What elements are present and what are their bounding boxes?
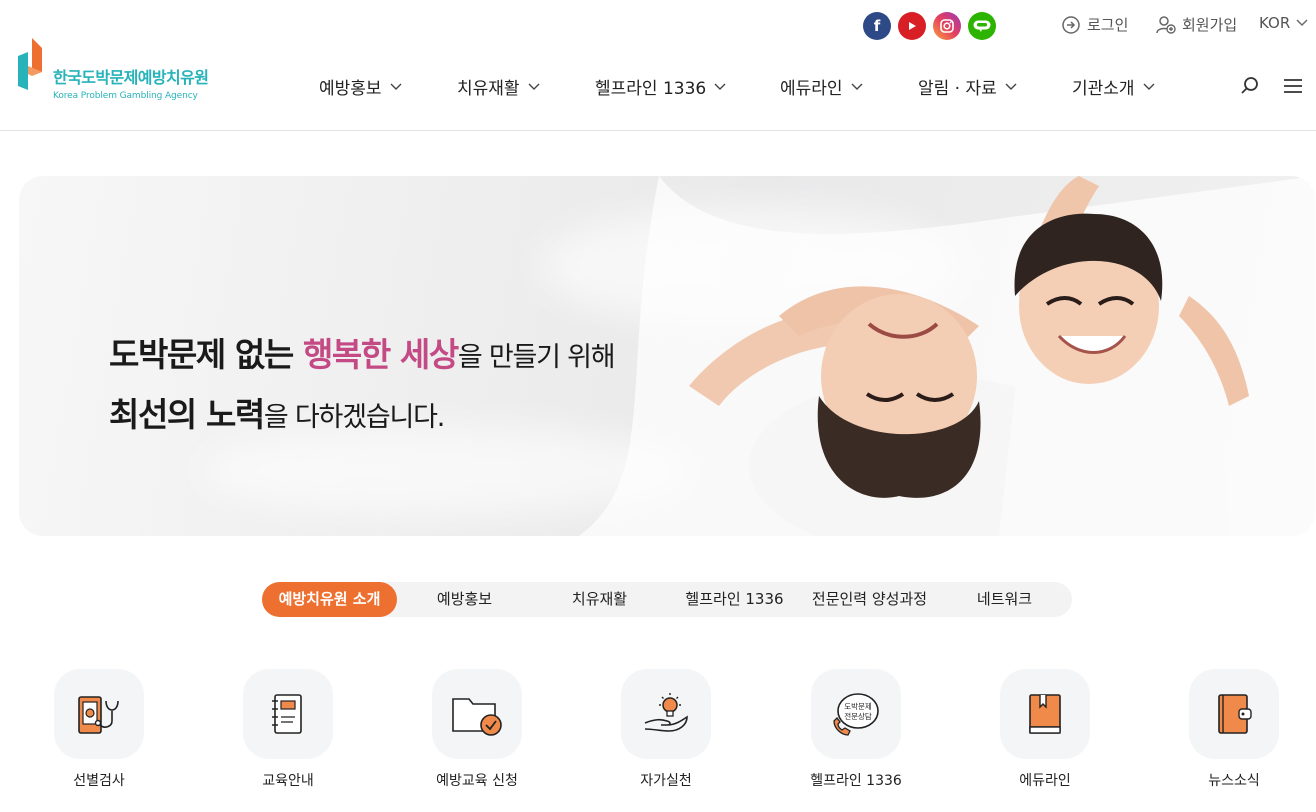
tab-network[interactable]: 네트워크 <box>937 582 1072 617</box>
hero-headline: 도박문제 없는 행복한 세상을 만들기 위해 최선의 노력을 다하겠습니다. <box>109 326 616 446</box>
login-label: 로그인 <box>1087 16 1129 34</box>
site-header: 한국도박문제예방치유원 Korea Problem Gambling Agenc… <box>0 0 1316 131</box>
quick-link-education[interactable]: 교육안내 <box>243 669 333 789</box>
chevron-down-icon <box>1005 83 1017 90</box>
hero-text-4: 을 다하겠습니다. <box>263 402 445 433</box>
quick-label-education: 교육안내 <box>262 773 314 789</box>
book-bookmark-icon <box>1029 694 1061 734</box>
tablet-stethoscope-icon <box>78 696 119 734</box>
quick-label-self-practice: 자가실천 <box>640 773 692 789</box>
badge-line-2: 전문상담 <box>844 711 872 721</box>
nav-item-eduline[interactable]: 에듀라인 <box>780 74 863 99</box>
chevron-down-icon <box>390 83 402 90</box>
nav-item-helpline[interactable]: 헬프라인 1336 <box>595 74 726 99</box>
phone-counseling-badge-icon: 도박문제 전문상담 <box>833 693 879 736</box>
search-button[interactable] <box>1240 76 1260 100</box>
search-icon <box>1241 77 1258 94</box>
notebook-icon <box>272 694 302 734</box>
nav-item-about[interactable]: 기관소개 <box>1072 74 1155 99</box>
chevron-down-icon <box>528 83 540 90</box>
login-link[interactable]: 로그인 <box>1061 14 1128 35</box>
quick-link-apply-education[interactable]: 예방교육 신청 <box>432 669 522 789</box>
hero-text-2: 을 만들기 위해 <box>457 342 616 373</box>
instagram-icon[interactable] <box>933 12 961 40</box>
hamburger-menu-icon <box>1284 79 1302 93</box>
quick-label-news: 뉴스소식 <box>1208 773 1260 789</box>
hero-highlight-text: 행복한 세상 <box>302 335 459 374</box>
chevron-down-icon <box>1296 19 1308 26</box>
tab-healing[interactable]: 치유재활 <box>532 582 667 617</box>
hand-lightbulb-icon <box>644 693 688 732</box>
blog-icon[interactable] <box>968 12 996 40</box>
logo-subtitle: Korea Problem Gambling Agency <box>53 91 198 101</box>
tab-agency-intro[interactable]: 예방치유원 소개 <box>262 582 397 617</box>
nav-item-healing[interactable]: 치유재활 <box>457 74 540 99</box>
youtube-icon[interactable] <box>898 12 926 40</box>
logo-title: 한국도박문제예방치유원 <box>53 68 209 87</box>
join-link[interactable]: 회원가입 <box>1156 14 1237 35</box>
quick-tabs: 예방치유원 소개 예방홍보 치유재활 헬프라인 1336 전문인력 양성과정 네… <box>262 582 1072 617</box>
hero-banner: 도박문제 없는 행복한 세상을 만들기 위해 최선의 노력을 다하겠습니다. <box>19 176 1315 536</box>
chevron-down-icon <box>851 83 863 90</box>
hero-text-3: 최선의 노력 <box>109 395 265 434</box>
tab-helpline[interactable]: 헬프라인 1336 <box>667 582 802 617</box>
quick-label-helpline: 헬프라인 1336 <box>810 773 902 789</box>
social-links: f <box>863 12 996 40</box>
site-logo[interactable]: 한국도박문제예방치유원 Korea Problem Gambling Agenc… <box>18 38 209 102</box>
folder-check-icon <box>452 698 502 736</box>
quick-link-self-practice[interactable]: 자가실천 <box>621 669 711 789</box>
chevron-down-icon <box>1143 83 1155 90</box>
quick-link-screening[interactable]: 선별검사 <box>54 669 144 789</box>
quick-link-news[interactable]: 뉴스소식 <box>1189 669 1279 789</box>
logo-mark-icon <box>18 38 46 102</box>
tab-expert-training[interactable]: 전문인력 양성과정 <box>802 582 937 617</box>
user-add-icon <box>1156 15 1176 34</box>
quick-link-helpline[interactable]: 도박문제 전문상담 헬프라인 1336 <box>810 669 902 789</box>
quick-label-eduline: 에듀라인 <box>1019 773 1071 789</box>
nav-item-notice[interactable]: 알림 · 자료 <box>918 74 1017 99</box>
chevron-down-icon <box>714 83 726 90</box>
menu-button[interactable] <box>1283 76 1303 100</box>
hero-text-1: 도박문제 없는 <box>109 335 303 374</box>
news-wallet-icon <box>1218 694 1252 734</box>
nav-item-prevention[interactable]: 예방홍보 <box>319 74 402 99</box>
quick-label-apply-education: 예방교육 신청 <box>436 773 518 789</box>
join-label: 회원가입 <box>1182 16 1238 34</box>
badge-line-1: 도박문제 <box>844 701 872 711</box>
facebook-icon[interactable]: f <box>863 12 891 40</box>
login-icon <box>1062 15 1080 34</box>
quick-link-eduline[interactable]: 에듀라인 <box>1000 669 1090 789</box>
tab-prevention[interactable]: 예방홍보 <box>397 582 532 617</box>
language-label: KOR <box>1259 14 1291 32</box>
quick-label-screening: 선별검사 <box>73 773 125 789</box>
language-selector[interactable]: KOR <box>1259 14 1308 32</box>
